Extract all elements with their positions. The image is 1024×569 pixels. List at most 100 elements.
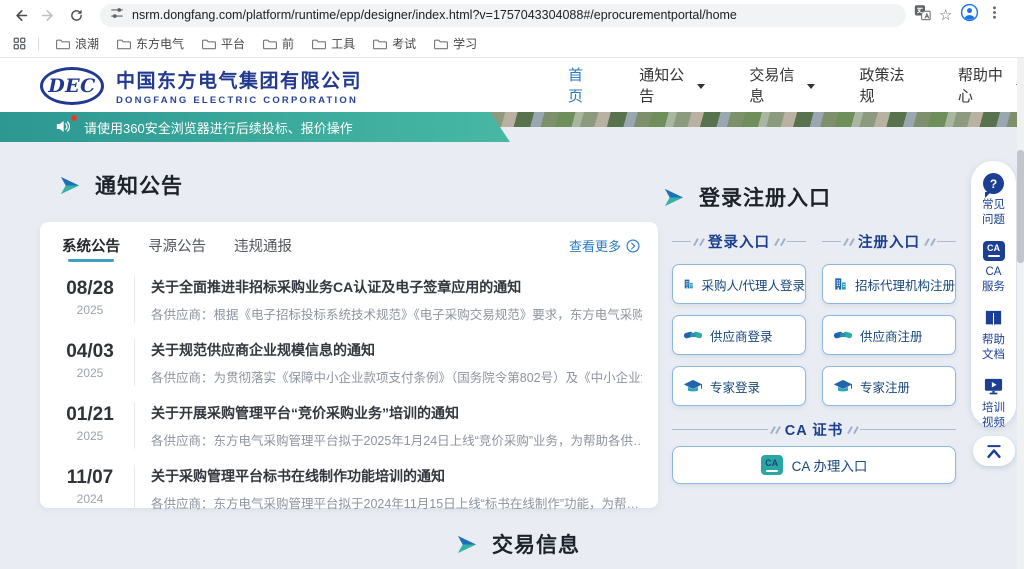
section-title: 通知公告	[95, 170, 183, 200]
bookmarks-bar: 浪潮 东方电气 平台 前 工具 考试 学习	[0, 30, 1024, 58]
training-video-icon	[983, 376, 1004, 397]
sidebar-item-faq[interactable]: ? 常见问题	[981, 173, 1007, 228]
announcement-text: 请使用360安全浏览器进行后续投标、报价操作	[84, 118, 353, 137]
quick-sidebar: ? 常见问题 CA CA服务 帮助文档 培训视频	[971, 161, 1016, 427]
section-arrow-icon	[455, 533, 478, 556]
notice-desc: 各供应商：根据《电子招标投标系统技术规范》《电子采购交易规范》要求，东方电气采购…	[151, 304, 642, 323]
notice-row[interactable]: 04/03 2025 关于规范供应商企业规模信息的通知 各供应商：为贯彻落实《保…	[40, 331, 658, 394]
nav-item-notices[interactable]: 通知公告	[639, 64, 705, 106]
back-to-top-button[interactable]	[973, 436, 1015, 466]
bookmark-folder[interactable]: 工具	[303, 32, 364, 55]
bookmark-folder[interactable]: 浪潮	[47, 32, 108, 55]
circle-chevron-right-icon	[626, 239, 640, 253]
nav-item-help-center[interactable]: 帮助中心	[958, 64, 1024, 106]
notice-desc: 各供应商：为贯彻落实《保障中小企业款项支付条例》（国务院令第802号）及《中小企…	[151, 367, 642, 386]
notices-card: 系统公告 寻源公告 违规通报 查看更多 08/28 2025 关于全面推进非招标…	[40, 222, 658, 508]
tab-system-notices[interactable]: 系统公告	[62, 223, 120, 266]
purchaser-agent-login-button[interactable]: 采购人/代理人登录	[672, 264, 806, 304]
notice-desc: 各供应商：东方电气采购管理平台拟于2024年11月15日上线“标书在线制作”功能…	[151, 493, 642, 512]
sidebar-item-ca-service[interactable]: CA CA服务	[981, 241, 1007, 295]
notice-row[interactable]: 11/07 2024 关于采购管理平台标书在线制作功能培训的通知 各供应商：东方…	[40, 457, 658, 520]
folder-icon	[434, 38, 448, 50]
notice-title[interactable]: 关于开展采购管理平台“竞价采购业务”培训的通知	[151, 403, 642, 423]
browser-menu-icon[interactable]	[987, 5, 1002, 25]
browser-toolbar: nsrm.dongfang.com/platform/runtime/epp/d…	[0, 0, 1024, 30]
building-icon	[833, 275, 848, 293]
notices-tabs: 系统公告 寻源公告 违规通报 查看更多	[40, 222, 658, 266]
app-window: nsrm.dongfang.com/platform/runtime/epp/d…	[0, 0, 1024, 569]
site-settings-icon[interactable]	[110, 6, 124, 25]
main-nav: 首页 通知公告 交易信息 政策法规 帮助中心	[568, 58, 1024, 112]
profile-icon[interactable]	[960, 3, 979, 27]
nav-item-home[interactable]: 首页	[568, 64, 595, 106]
section-title: 登录注册入口	[699, 182, 831, 212]
dec-logo-oval: DEC	[40, 67, 104, 105]
help-doc-icon	[983, 308, 1004, 329]
sidebar-item-training-videos[interactable]: 培训视频	[981, 376, 1007, 431]
notice-title[interactable]: 关于规范供应商企业规模信息的通知	[151, 340, 642, 360]
address-bar[interactable]: nsrm.dongfang.com/platform/runtime/epp/d…	[100, 4, 906, 27]
notice-title[interactable]: 关于采购管理平台标书在线制作功能培训的通知	[151, 466, 642, 486]
notice-row[interactable]: 08/28 2025 关于全面推进非招标采购业务CA认证及电子签章应用的通知 各…	[40, 268, 658, 331]
notices-list: 08/28 2025 关于全面推进非招标采购业务CA认证及电子签章应用的通知 各…	[40, 266, 658, 520]
forward-icon[interactable]	[34, 3, 62, 27]
ca-card-icon: CA	[983, 241, 1005, 261]
bookmark-folder[interactable]: 学习	[425, 32, 486, 55]
login-button-grid: 采购人/代理人登录 招标代理机构注册 供应商登录 供应商注册 专家登录 专家注册	[672, 264, 956, 406]
folder-icon	[117, 38, 131, 50]
handshake-icon	[833, 327, 853, 343]
scrollbar-track[interactable]	[1017, 58, 1024, 569]
apps-grid-icon[interactable]	[8, 32, 30, 56]
notices-section-heading: 通知公告	[58, 170, 183, 200]
supplier-login-button[interactable]: 供应商登录	[672, 315, 806, 355]
bookmark-folder[interactable]: 考试	[364, 32, 425, 55]
login-group-label: 登录入口	[672, 231, 806, 252]
building-icon	[683, 275, 695, 293]
question-bubble-icon: ?	[983, 173, 1004, 194]
view-more-link[interactable]: 查看更多	[569, 236, 640, 255]
bookmark-folder[interactable]: 东方电气	[108, 32, 193, 55]
ca-group-label: CA 证书	[672, 419, 956, 440]
register-group-label: 注册入口	[822, 231, 956, 252]
announcement-banner: 请使用360安全浏览器进行后续投标、报价操作	[0, 112, 510, 142]
chevron-down-icon	[697, 84, 705, 89]
site-header: DEC 中国东方电气集团有限公司 DONGFANG ELECTRIC CORPO…	[0, 58, 1024, 112]
back-icon[interactable]	[6, 3, 34, 27]
section-arrow-icon	[662, 186, 685, 209]
expert-register-button[interactable]: 专家注册	[822, 366, 956, 406]
ca-card-icon: CA	[761, 455, 783, 475]
nav-item-policies[interactable]: 政策法规	[859, 64, 913, 106]
notification-dot	[71, 115, 77, 121]
supplier-register-button[interactable]: 供应商注册	[822, 315, 956, 355]
notice-row[interactable]: 01/21 2025 关于开展采购管理平台“竞价采购业务”培训的通知 各供应商：…	[40, 394, 658, 457]
expert-login-button[interactable]: 专家登录	[672, 366, 806, 406]
translate-icon[interactable]	[914, 4, 931, 26]
notice-date: 08/28 2025	[62, 276, 118, 317]
bookmark-folder[interactable]: 前	[254, 32, 303, 55]
sidebar-item-help-docs[interactable]: 帮助文档	[981, 308, 1007, 363]
ca-apply-button[interactable]: CA CA 办理入口	[672, 446, 956, 484]
bidding-agency-register-button[interactable]: 招标代理机构注册	[822, 264, 956, 304]
chevron-down-icon	[807, 84, 815, 89]
notice-date: 11/07 2024	[62, 465, 118, 506]
tab-sourcing-notices[interactable]: 寻源公告	[148, 223, 206, 266]
url-text[interactable]: nsrm.dongfang.com/platform/runtime/epp/d…	[132, 8, 737, 22]
handshake-icon	[683, 327, 703, 343]
section-arrow-icon	[58, 174, 81, 197]
nav-item-trade-info[interactable]: 交易信息	[749, 64, 815, 106]
folder-icon	[56, 38, 70, 50]
bookmark-folder[interactable]: 平台	[193, 32, 254, 55]
bookmarks-divider	[38, 37, 39, 51]
trade-section-heading: 交易信息	[455, 529, 580, 559]
company-logo[interactable]: DEC 中国东方电气集团有限公司 DONGFANG ELECTRIC CORPO…	[40, 66, 362, 106]
graduation-cap-icon	[683, 378, 703, 395]
notice-date: 01/21 2025	[62, 402, 118, 443]
company-name-cn: 中国东方电气集团有限公司	[116, 66, 362, 93]
notice-title[interactable]: 关于全面推进非招标采购业务CA认证及电子签章应用的通知	[151, 277, 642, 297]
reload-icon[interactable]	[62, 3, 90, 27]
bookmark-star-icon[interactable]: ☆	[939, 8, 952, 23]
scrollbar-thumb[interactable]	[1017, 150, 1024, 263]
tab-violation-reports[interactable]: 违规通报	[234, 223, 292, 266]
speaker-icon	[56, 119, 74, 135]
notice-date: 04/03 2025	[62, 339, 118, 380]
